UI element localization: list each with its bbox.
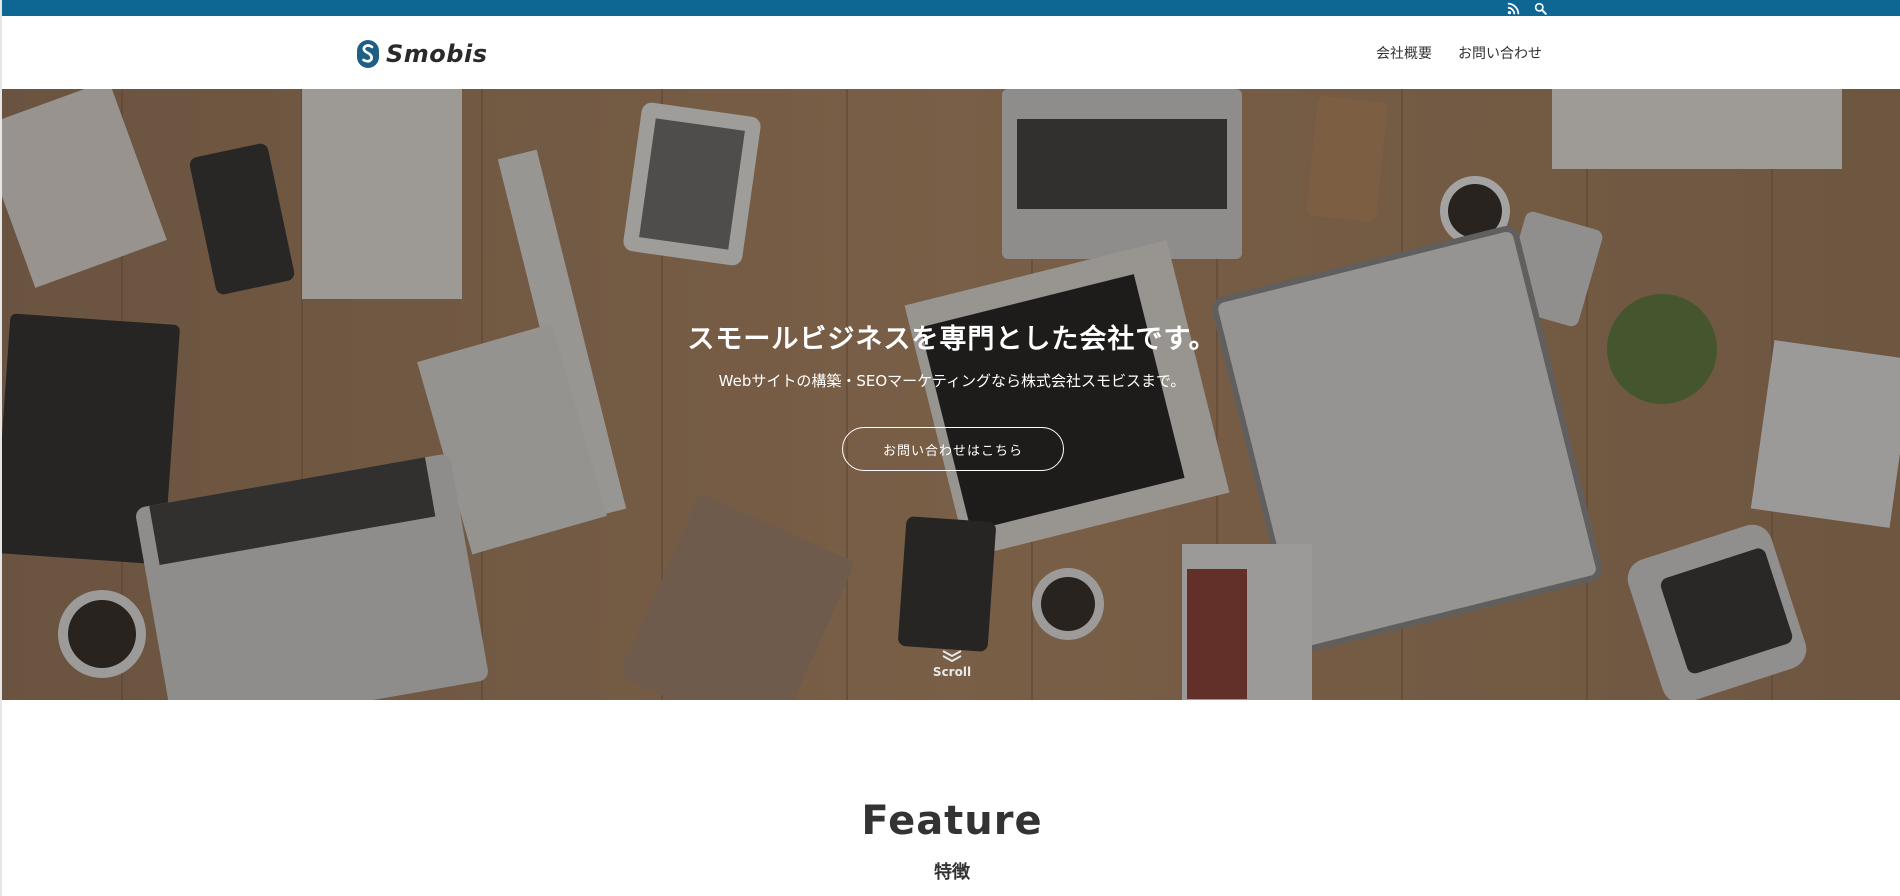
- main-nav: 会社概要 お問い合わせ: [1376, 43, 1542, 63]
- logo-mark-icon: [357, 40, 379, 68]
- top-bar: [2, 0, 1900, 16]
- feature-title: Feature: [861, 798, 1043, 844]
- scroll-indicator[interactable]: Scroll: [922, 649, 982, 679]
- nav-item-company[interactable]: 会社概要: [1376, 43, 1432, 63]
- hero-subtitle: Webサイトの構築・SEOマーケティングなら株式会社スモビスまで。: [718, 372, 1186, 390]
- rss-icon[interactable]: [1505, 0, 1521, 16]
- hero-title: スモールビジネスを専門とした会社です。: [687, 324, 1217, 355]
- nav-item-contact[interactable]: お問い合わせ: [1458, 43, 1542, 63]
- hero-overlay: [2, 89, 1900, 700]
- site-logo[interactable]: Smobis: [356, 36, 487, 72]
- hero-section: スモールビジネスを専門とした会社です。 Webサイトの構築・SEOマーケティング…: [2, 89, 1900, 700]
- contact-cta-button[interactable]: お問い合わせはこちら: [842, 427, 1064, 471]
- page: Smobis 会社概要 お問い合わせ スモールビジネスを専門とした会社です。 W…: [0, 0, 1900, 896]
- site-header: Smobis 会社概要 お問い合わせ: [2, 16, 1900, 89]
- search-icon[interactable]: [1532, 0, 1548, 16]
- logo-text: Smobis: [386, 40, 488, 68]
- double-chevron-down-icon: [942, 650, 962, 663]
- scroll-label: Scroll: [932, 665, 972, 679]
- feature-subtitle: 特徴: [934, 862, 970, 883]
